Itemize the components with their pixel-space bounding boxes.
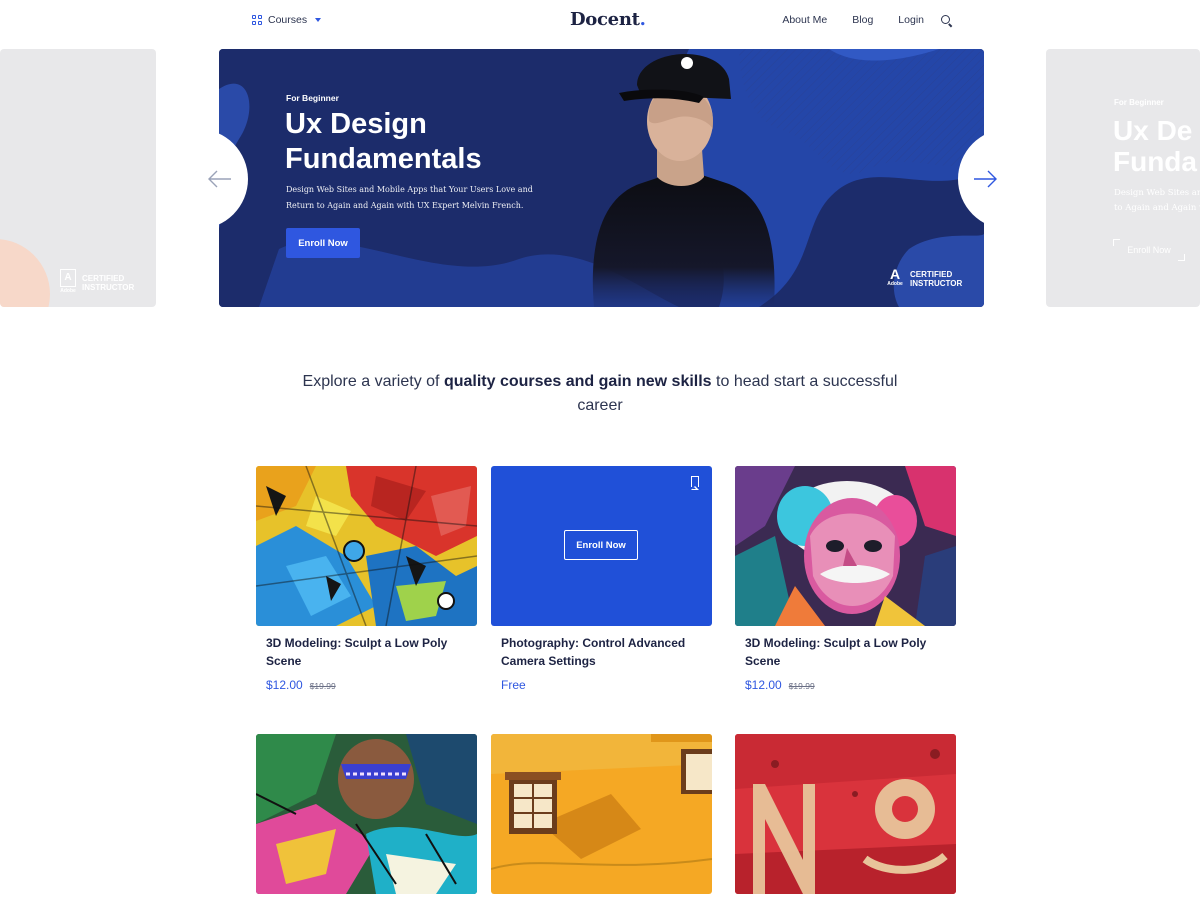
course-title[interactable]: Photography: Control Advanced Camera Set… bbox=[501, 634, 702, 670]
slide-description: Design Web Sites and to Again and Again … bbox=[1114, 186, 1200, 216]
course-card[interactable]: Enroll Now Photography: Control Advanced… bbox=[491, 466, 712, 692]
courses-menu-label: Courses bbox=[268, 14, 308, 26]
course-card[interactable] bbox=[491, 734, 712, 894]
arrow-right-icon bbox=[974, 170, 997, 188]
certified-instructor-badge: A Adobe CERTIFIED INSTRUCTOR bbox=[886, 267, 962, 291]
course-image[interactable] bbox=[735, 734, 956, 894]
course-price-row: Free bbox=[501, 678, 702, 692]
logo-text: Docent bbox=[570, 9, 640, 30]
course-card[interactable]: 3D Modeling: Sculpt a Low Poly Scene $12… bbox=[735, 466, 956, 692]
nav-login[interactable]: Login bbox=[898, 14, 924, 26]
slide-title-line-1: Ux De bbox=[1113, 115, 1193, 146]
course-price-row: $12.00 $19.99 bbox=[745, 678, 946, 692]
course-title[interactable]: 3D Modeling: Sculpt a Low Poly Scene bbox=[266, 634, 467, 670]
slide-title-line-2: Funda bbox=[1113, 146, 1197, 177]
adobe-logo-icon: A bbox=[60, 269, 76, 287]
slide-kicker: For Beginner bbox=[1114, 98, 1164, 107]
course-image[interactable] bbox=[256, 466, 477, 626]
course-price: $12.00 bbox=[266, 678, 303, 692]
red-no-sign-image bbox=[735, 734, 956, 894]
course-price: Free bbox=[501, 678, 526, 692]
main-nav: About Me Blog Login bbox=[757, 14, 952, 26]
course-image[interactable] bbox=[491, 734, 712, 894]
course-price: $12.00 bbox=[745, 678, 782, 692]
nav-about-me[interactable]: About Me bbox=[782, 14, 827, 26]
decorative-blob bbox=[0, 239, 50, 307]
hero-description: Design Web Sites and Mobile Apps that Yo… bbox=[286, 185, 533, 210]
adobe-logo-icon: A Adobe bbox=[887, 266, 903, 287]
street-art-face-image bbox=[256, 734, 477, 894]
einstein-mural-image bbox=[735, 466, 956, 626]
certified-badge: A Adobe CERTIFIED INSTRUCTOR bbox=[60, 269, 134, 296]
course-price-row: $12.00 $19.99 bbox=[266, 678, 467, 692]
graffiti-birds-image bbox=[256, 466, 477, 626]
previous-slide-preview[interactable]: A Adobe CERTIFIED INSTRUCTOR bbox=[0, 49, 156, 307]
intro-before: Explore a variety of bbox=[302, 373, 444, 390]
adobe-wordmark: Adobe bbox=[887, 281, 903, 287]
badge-line-2: INSTRUCTOR bbox=[910, 279, 963, 288]
chevron-down-icon bbox=[315, 18, 322, 22]
hero-slide: For Beginner Ux Design Fundamentals Desi… bbox=[219, 49, 984, 307]
instructor-photo bbox=[592, 54, 775, 307]
logo-dot: . bbox=[639, 9, 646, 30]
course-card[interactable] bbox=[735, 734, 956, 894]
course-card[interactable]: 3D Modeling: Sculpt a Low Poly Scene $12… bbox=[256, 466, 477, 692]
card-enroll-button[interactable]: Enroll Now bbox=[564, 530, 638, 560]
course-image[interactable] bbox=[735, 466, 956, 626]
search-icon[interactable] bbox=[941, 14, 952, 26]
arrow-left-icon bbox=[208, 170, 231, 188]
bookmark-icon[interactable] bbox=[691, 476, 699, 490]
course-old-price: $19.99 bbox=[788, 681, 815, 691]
intro-text: Explore a variety of quality courses and… bbox=[300, 370, 900, 418]
slide-desc-line-2: to Again and Again w bbox=[1114, 203, 1200, 213]
site-header: Courses Docent. About Me Blog Login bbox=[0, 0, 1200, 44]
hero-title: Ux Design Fundamentals bbox=[285, 108, 482, 175]
next-slide-preview[interactable]: For Beginner Ux De Funda Design Web Site… bbox=[1046, 49, 1200, 307]
hero-kicker: For Beginner bbox=[286, 93, 339, 103]
badge-line-1: CERTIFIED bbox=[82, 273, 125, 283]
site-logo[interactable]: Docent. bbox=[570, 9, 646, 30]
nav-blog[interactable]: Blog bbox=[852, 14, 873, 26]
course-image[interactable]: Enroll Now bbox=[491, 466, 712, 626]
course-title[interactable]: 3D Modeling: Sculpt a Low Poly Scene bbox=[745, 634, 946, 670]
badge-line-2: INSTRUCTOR bbox=[82, 282, 135, 292]
yellow-wall-window-image bbox=[491, 734, 712, 894]
slide-title: Ux De Funda bbox=[1113, 115, 1197, 177]
grid-icon bbox=[252, 15, 262, 25]
slide-desc-line-1: Design Web Sites and bbox=[1114, 188, 1200, 198]
badge-brand: Adobe bbox=[60, 288, 76, 294]
badge-line-1: CERTIFIED bbox=[910, 270, 953, 279]
course-old-price: $19.99 bbox=[309, 681, 336, 691]
hero-enroll-button[interactable]: Enroll Now bbox=[286, 228, 360, 258]
intro-highlight: quality courses and gain new skills bbox=[443, 373, 712, 390]
course-card[interactable] bbox=[256, 734, 477, 894]
slide-enroll-button[interactable]: Enroll Now bbox=[1113, 239, 1185, 261]
course-image[interactable] bbox=[256, 734, 477, 894]
courses-menu[interactable]: Courses bbox=[252, 14, 322, 26]
